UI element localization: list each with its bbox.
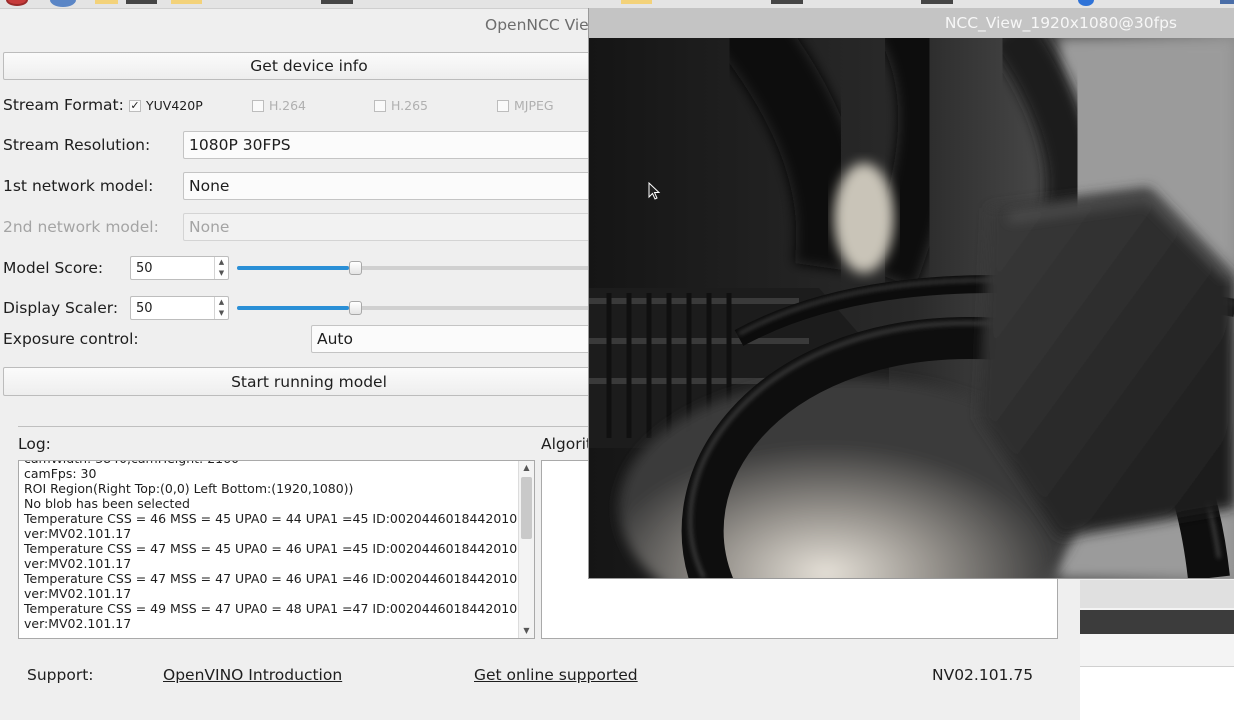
background-window-bar: [1080, 610, 1234, 634]
stream-format-label: Stream Format:: [3, 96, 124, 114]
slider-fill: [237, 266, 349, 270]
first-model-label: 1st network model:: [3, 177, 154, 195]
checkbox-box: [252, 99, 264, 112]
log-scrollbar[interactable]: ▲ ▼: [518, 461, 534, 638]
browser-icon[interactable]: [50, 0, 76, 7]
yuv420p-checkbox[interactable]: ✓ YUV420P: [129, 98, 203, 113]
taskbar-terminal-window-3[interactable]: [921, 0, 953, 4]
model-score-value: 50: [136, 260, 153, 276]
model-score-stepper[interactable]: ▲ ▼: [214, 257, 228, 279]
second-model-select[interactable]: None: [183, 213, 613, 241]
log-line: camFps: 30: [24, 466, 97, 481]
log-line: Temperature CSS = 47 MSS = 47 UPA0 = 46 …: [24, 571, 518, 586]
second-model-label: 2nd network model:: [3, 218, 159, 236]
mjpeg-checkbox[interactable]: MJPEG: [497, 98, 554, 113]
spin-up-icon[interactable]: ▲: [219, 299, 224, 306]
mjpeg-label: MJPEG: [514, 98, 554, 113]
checkbox-box: [497, 99, 509, 112]
display-scaler-slider[interactable]: [237, 301, 617, 315]
window-title: OpenNCC View: [485, 16, 602, 34]
openvino-introduction-link[interactable]: OpenVINO Introduction: [163, 666, 342, 684]
log-line: ver:MV02.101.17: [24, 526, 132, 541]
model-score-label: Model Score:: [3, 259, 104, 277]
log-line: ROI Region(Right Top:(0,0) Left Bottom:(…: [24, 481, 354, 496]
spin-down-icon[interactable]: ▼: [219, 310, 224, 317]
yuv420p-label: YUV420P: [146, 98, 203, 113]
model-score-slider[interactable]: [237, 261, 617, 275]
taskbar-terminal-window[interactable]: [321, 0, 353, 4]
background-window-header: [1080, 580, 1234, 608]
checkbox-box: [374, 99, 386, 112]
display-scaler-stepper[interactable]: ▲ ▼: [214, 297, 228, 319]
spin-down-icon[interactable]: ▼: [219, 270, 224, 277]
log-line: ver:MV02.101.17: [24, 586, 132, 601]
spin-up-icon[interactable]: ▲: [219, 259, 224, 266]
tray-indicator[interactable]: [1220, 0, 1234, 4]
scrollbar-thumb[interactable]: [521, 477, 532, 539]
exposure-control-label: Exposure control:: [3, 330, 139, 348]
h265-label: H.265: [391, 98, 429, 113]
log-line: Temperature CSS = 47 MSS = 45 UPA0 = 46 …: [24, 541, 518, 556]
get-online-supported-link[interactable]: Get online supported: [474, 666, 638, 684]
tray-icon[interactable]: [1078, 0, 1094, 6]
log-lines: camWidth: 3840,camHeight: 2160camFps: 30…: [24, 461, 518, 631]
scroll-down-icon[interactable]: ▼: [519, 624, 534, 638]
folder-icon[interactable]: [95, 0, 118, 4]
slider-handle[interactable]: [349, 301, 362, 315]
checkmark-icon: ✓: [129, 99, 141, 112]
divider: [18, 426, 590, 427]
mouse-cursor-icon: [648, 182, 661, 200]
display-scaler-spinbox[interactable]: 50 ▲ ▼: [130, 296, 229, 320]
log-line: ver:MV02.101.17: [24, 556, 132, 571]
display-scaler-label: Display Scaler:: [3, 299, 119, 317]
log-textarea[interactable]: camWidth: 3840,camHeight: 2160camFps: 30…: [18, 460, 535, 639]
slider-handle[interactable]: [349, 261, 362, 275]
first-model-select[interactable]: None: [183, 172, 613, 200]
version-label: NV02.101.75: [932, 666, 1034, 684]
display-scaler-value: 50: [136, 300, 153, 316]
background-window-content: [1080, 666, 1234, 720]
camera-window-title[interactable]: NCC_View_1920x1080@30fps: [589, 8, 1234, 38]
app-icon-red[interactable]: [6, 0, 28, 6]
exposure-control-select[interactable]: Auto: [311, 325, 613, 353]
start-running-model-button[interactable]: Start running model: [3, 367, 615, 396]
support-label: Support:: [27, 666, 94, 684]
background-window: [1080, 580, 1234, 720]
algorithm-label: Algorit: [541, 435, 592, 453]
log-line: Temperature CSS = 49 MSS = 47 UPA0 = 48 …: [24, 601, 518, 616]
h265-checkbox[interactable]: H.265: [374, 98, 428, 113]
scroll-up-icon[interactable]: ▲: [519, 461, 534, 475]
get-device-info-button[interactable]: Get device info: [3, 52, 615, 80]
stream-resolution-select[interactable]: 1080P 30FPS: [183, 131, 613, 159]
camera-image: [589, 38, 1234, 578]
log-line: No blob has been selected: [24, 496, 190, 511]
log-label: Log:: [18, 435, 51, 453]
camera-video-frame: [589, 38, 1234, 578]
terminal-icon[interactable]: [126, 0, 157, 4]
h264-checkbox[interactable]: H.264: [252, 98, 306, 113]
log-line: Temperature CSS = 46 MSS = 45 UPA0 = 44 …: [24, 511, 518, 526]
h264-label: H.264: [269, 98, 307, 113]
camera-view-window[interactable]: NCC_View_1920x1080@30fps: [588, 8, 1234, 579]
stream-resolution-label: Stream Resolution:: [3, 136, 151, 154]
taskbar-terminal-window-2[interactable]: [771, 0, 803, 4]
taskbar-folder-window-2[interactable]: [621, 0, 652, 4]
taskbar-folder-window[interactable]: [171, 0, 202, 4]
log-line: ver:MV02.101.17: [24, 616, 132, 631]
slider-fill: [237, 306, 349, 310]
model-score-spinbox[interactable]: 50 ▲ ▼: [130, 256, 229, 280]
